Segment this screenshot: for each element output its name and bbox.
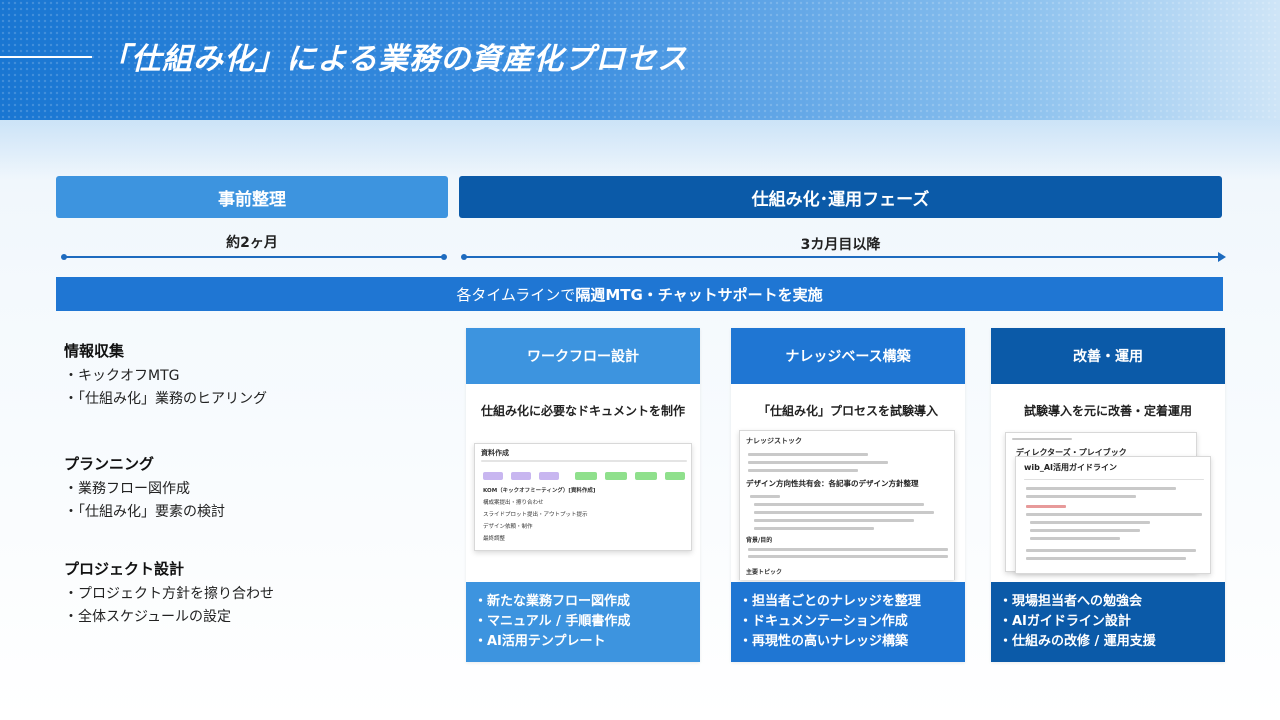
deliverable-item: ・新たな業務フロー図作成	[474, 594, 631, 609]
duration-pre: 約2ヶ月	[226, 235, 278, 251]
timeline-dot	[441, 254, 447, 260]
shot-text: 構成案提出・擦り合わせ	[483, 500, 544, 506]
card-knowledge-base: ナレッジベース構築 「仕組み化」プロセスを試験導入 ナレッジストック デザイン方…	[731, 328, 965, 662]
section-item: ・「仕組み化」業務のヒアリング	[64, 391, 267, 407]
timeline-arrow-icon	[1218, 252, 1226, 262]
shot-text: 最終調整	[483, 536, 506, 542]
section-item: ・業務フロー図作成	[64, 481, 190, 497]
deliverable-item: ・担当者ごとのナレッジを整理	[739, 594, 921, 609]
support-banner: 各タイムラインで 隔週MTG・チャットサポートを実施	[56, 277, 1223, 311]
card-title: ワークフロー設計	[466, 328, 700, 384]
timeline-dot	[61, 254, 67, 260]
phase-main: 仕組み化･運用フェーズ	[459, 176, 1222, 218]
shot-text: デザイン方向性共有会：各記事のデザイン方針整理	[746, 479, 919, 488]
workflow-screenshot: 資料作成 KOM（キックオフミーティング）[資料作成] 構成案提出・擦り合わせ …	[474, 443, 692, 551]
card-deliverables: ・担当者ごとのナレッジを整理 ・ドキュメンテーション作成 ・再現性の高いナレッジ…	[731, 582, 965, 662]
shot-text: ナレッジストック	[746, 437, 802, 445]
page-title: 「仕組み化」による業務の資産化プロセス	[100, 42, 689, 77]
banner-prefix: 各タイムラインで	[456, 285, 576, 304]
deliverable-item: ・ドキュメンテーション作成	[739, 614, 908, 629]
section-title: プロジェクト設計	[64, 560, 185, 578]
timeline-line-main	[464, 256, 1220, 258]
section-project-design: プロジェクト設計 ・プロジェクト方針を擦り合わせ ・全体スケジュールの設定	[64, 558, 444, 629]
card-title: ナレッジベース構築	[731, 328, 965, 384]
section-item: ・キックオフMTG	[64, 368, 180, 384]
shot-text: 背景/目的	[746, 537, 773, 544]
shot-text: wib_AI活用ガイドライン	[1024, 463, 1118, 472]
section-title: 情報収集	[64, 342, 125, 360]
card-subtitle: 仕組み化に必要なドキュメントを制作	[480, 404, 685, 418]
card-title: 改善・運用	[991, 328, 1225, 384]
card-deliverables: ・現場担当者への勉強会 ・AIガイドライン設計 ・仕組みの改修 / 運用支援	[991, 582, 1225, 662]
banner-bold: 隔週MTG・チャットサポートを実施	[575, 285, 823, 304]
section-item: ・「仕組み化」要素の検討	[64, 504, 225, 520]
timeline-dot	[461, 254, 467, 260]
card-subtitle: 試験導入を元に改善・定着運用	[1023, 404, 1192, 418]
section-title: プランニング	[64, 455, 155, 473]
deliverable-item: ・マニュアル / 手順書作成	[474, 614, 631, 629]
title-accent-line	[0, 56, 92, 58]
phase-pre: 事前整理	[56, 176, 448, 218]
section-item: ・全体スケジュールの設定	[64, 609, 232, 625]
card-improvement-operation: 改善・運用 試験導入を元に改善・定着運用 ディレクターズ・プレイブック wib_…	[991, 328, 1225, 662]
knowledge-screenshot: ナレッジストック デザイン方向性共有会：各記事のデザイン方針整理 背景/目的 主…	[739, 430, 955, 580]
section-item: ・プロジェクト方針を擦り合わせ	[64, 586, 274, 602]
shot-text: KOM（キックオフミーティング）[資料作成]	[483, 488, 596, 494]
deliverable-item: ・再現性の高いナレッジ構築	[739, 634, 909, 649]
shot-text: 主要トピック	[746, 569, 783, 576]
card-deliverables: ・新たな業務フロー図作成 ・マニュアル / 手順書作成 ・AI活用テンプレート	[466, 582, 700, 662]
header-fade	[0, 120, 1280, 180]
duration-main: 3カ月目以降	[800, 237, 881, 253]
deliverable-item: ・現場担当者への勉強会	[999, 594, 1143, 609]
shot-text: デザイン依頼・制作	[483, 524, 533, 530]
deliverable-item: ・AI活用テンプレート	[474, 634, 606, 649]
deliverable-item: ・AIガイドライン設計	[999, 614, 1131, 629]
timeline-line-pre	[64, 256, 444, 258]
card-workflow-design: ワークフロー設計 仕組み化に必要なドキュメントを制作 資料作成 KOM（キックオ…	[466, 328, 700, 662]
guideline-screenshot: wib_AI活用ガイドライン	[1015, 456, 1211, 574]
card-subtitle: 「仕組み化」プロセスを試験導入	[757, 404, 938, 418]
section-info-gathering: 情報収集 ・キックオフMTG ・「仕組み化」業務のヒアリング	[64, 340, 444, 411]
deliverable-item: ・仕組みの改修 / 運用支援	[999, 634, 1156, 649]
section-planning: プランニング ・業務フロー図作成 ・「仕組み化」要素の検討	[64, 453, 444, 524]
shot-text: 資料作成	[481, 449, 509, 457]
shot-text: スライドプロット提出・アウトプット提示	[483, 512, 588, 518]
